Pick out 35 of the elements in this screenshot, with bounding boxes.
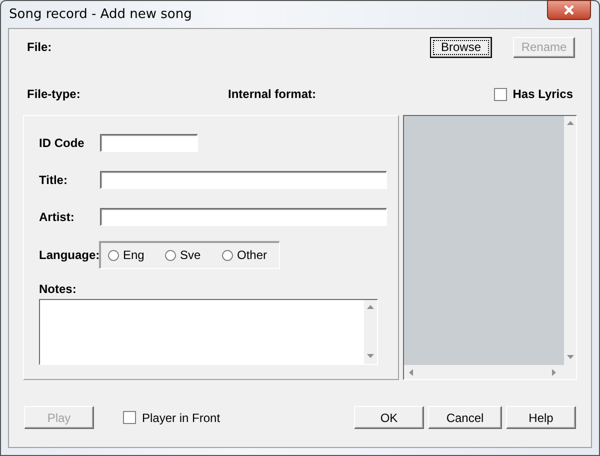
- internal-format-label: Internal format:: [228, 87, 318, 101]
- ok-button[interactable]: OK: [354, 406, 424, 429]
- field-label: ID Code: [39, 136, 86, 150]
- file-label: File:: [27, 40, 53, 54]
- input-field[interactable]: [100, 208, 387, 226]
- radio-label: Eng: [123, 248, 144, 262]
- radio-label: Sve: [180, 248, 201, 262]
- cancel-button[interactable]: Cancel: [428, 406, 502, 429]
- input-field[interactable]: [100, 134, 198, 152]
- notes-field[interactable]: [39, 299, 378, 365]
- radio-label: Other: [237, 248, 268, 262]
- checkbox[interactable]: [123, 411, 136, 424]
- field-label: Title:: [39, 173, 68, 187]
- close-icon: [563, 5, 575, 15]
- help-button[interactable]: Help: [506, 406, 576, 429]
- scroll-up-icon[interactable]: [367, 304, 374, 311]
- scroll-down-icon[interactable]: [566, 354, 574, 361]
- browse-button[interactable]: Browse: [430, 36, 492, 58]
- radio-button[interactable]: [165, 250, 176, 260]
- language-label: Language:: [39, 248, 100, 262]
- scroll-left-icon[interactable]: [408, 368, 415, 376]
- checkbox[interactable]: [494, 88, 507, 100]
- checkbox-label: Has Lyrics: [512, 87, 573, 101]
- radio-button[interactable]: [108, 250, 119, 260]
- scroll-right-icon[interactable]: [551, 368, 558, 376]
- checkbox-label: Player in Front: [142, 410, 220, 424]
- window-title: Song record - Add new song: [9, 7, 192, 22]
- field-label: Artist:: [39, 210, 76, 224]
- notes-label: Notes:: [39, 282, 78, 296]
- close-button[interactable]: [547, 0, 591, 20]
- radio-button[interactable]: [222, 250, 233, 260]
- input-field[interactable]: [100, 171, 387, 189]
- scroll-down-icon[interactable]: [367, 353, 374, 360]
- scroll-up-icon[interactable]: [566, 120, 574, 127]
- file-type-label: File-type:: [27, 87, 82, 101]
